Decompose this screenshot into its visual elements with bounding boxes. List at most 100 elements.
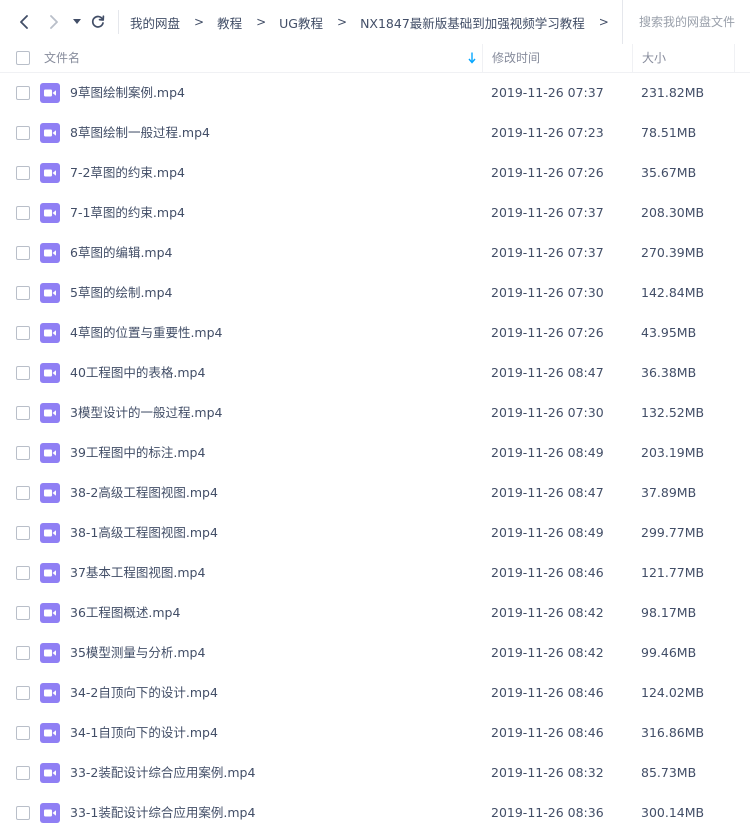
file-size: 85.73MB [641, 765, 697, 780]
file-row[interactable]: 34-2自顶向下的设计.mp4 2019-11-26 08:46 124.02MB [0, 673, 750, 713]
file-modified-time: 2019-11-26 07:37 [491, 245, 604, 260]
video-file-icon [40, 643, 60, 663]
breadcrumb-separator: > [194, 15, 205, 29]
file-name[interactable]: 34-1自顶向下的设计.mp4 [70, 713, 218, 753]
file-name[interactable]: 33-2装配设计综合应用案例.mp4 [70, 753, 255, 793]
row-checkbox[interactable] [16, 206, 30, 220]
file-name[interactable]: 34-2自顶向下的设计.mp4 [70, 673, 218, 713]
row-checkbox[interactable] [16, 806, 30, 820]
file-name[interactable]: 40工程图中的表格.mp4 [70, 353, 205, 393]
video-file-icon [40, 803, 60, 823]
file-row[interactable]: 8草图绘制一般过程.mp4 2019-11-26 07:23 78.51MB [0, 113, 750, 153]
file-row[interactable]: 34-1自顶向下的设计.mp4 2019-11-26 08:46 316.86MB [0, 713, 750, 753]
row-checkbox[interactable] [16, 406, 30, 420]
video-file-icon [40, 723, 60, 743]
file-modified-time: 2019-11-26 08:47 [491, 485, 604, 500]
file-row[interactable]: 40工程图中的表格.mp4 2019-11-26 08:47 36.38MB [0, 353, 750, 393]
video-file-icon [40, 523, 60, 543]
row-checkbox[interactable] [16, 486, 30, 500]
file-row[interactable]: 38-2高级工程图视图.mp4 2019-11-26 08:47 37.89MB [0, 473, 750, 513]
row-checkbox[interactable] [16, 326, 30, 340]
file-row[interactable]: 33-1装配设计综合应用案例.mp4 2019-11-26 08:36 300.14… [0, 793, 750, 833]
row-checkbox[interactable] [16, 126, 30, 140]
file-name[interactable]: 38-1高级工程图视图.mp4 [70, 513, 218, 553]
file-name[interactable]: 6草图的编辑.mp4 [70, 233, 173, 273]
caret-down-icon [73, 19, 81, 24]
file-row[interactable]: 5草图的绘制.mp4 2019-11-26 07:30 142.84MB [0, 273, 750, 313]
file-name[interactable]: 7-2草图的约束.mp4 [70, 153, 185, 193]
file-row[interactable]: 7-2草图的约束.mp4 2019-11-26 07:26 35.67MB [0, 153, 750, 193]
file-modified-time: 2019-11-26 08:46 [491, 685, 604, 700]
breadcrumb-item-current-folder[interactable]: NX1847最新版基础到加强视频学习教程 [360, 13, 585, 32]
file-row[interactable]: 33-2装配设计综合应用案例.mp4 2019-11-26 08:32 85.73M… [0, 753, 750, 793]
history-dropdown-button[interactable] [70, 12, 84, 32]
file-size: 37.89MB [641, 485, 697, 500]
file-name[interactable]: 3模型设计的一般过程.mp4 [70, 393, 223, 433]
row-checkbox[interactable] [16, 526, 30, 540]
row-checkbox[interactable] [16, 686, 30, 700]
file-name[interactable]: 37基本工程图视图.mp4 [70, 553, 205, 593]
file-name[interactable]: 4草图的位置与重要性.mp4 [70, 313, 223, 353]
row-checkbox[interactable] [16, 646, 30, 660]
file-name[interactable]: 36工程图概述.mp4 [70, 593, 180, 633]
file-name[interactable]: 38-2高级工程图视图.mp4 [70, 473, 218, 513]
select-all-checkbox[interactable] [16, 51, 30, 65]
column-header-name[interactable]: 文件名 [44, 44, 482, 73]
file-size: 316.86MB [641, 725, 705, 740]
file-row[interactable]: 39工程图中的标注.mp4 2019-11-26 08:49 203.19MB [0, 433, 750, 473]
file-row[interactable]: 38-1高级工程图视图.mp4 2019-11-26 08:49 299.77MB [0, 513, 750, 553]
row-checkbox[interactable] [16, 446, 30, 460]
sort-descending-icon[interactable] [468, 52, 476, 64]
toolbar-divider [118, 10, 119, 34]
column-header-modified[interactable]: 修改时间 [482, 44, 632, 73]
video-file-icon [40, 683, 60, 703]
file-row[interactable]: 3模型设计的一般过程.mp4 2019-11-26 07:30 132.52MB [0, 393, 750, 433]
row-checkbox[interactable] [16, 166, 30, 180]
column-divider [734, 44, 735, 73]
file-row[interactable]: 36工程图概述.mp4 2019-11-26 08:42 98.17MB [0, 593, 750, 633]
file-size: 231.82MB [641, 85, 705, 100]
refresh-button[interactable] [88, 12, 108, 32]
video-file-icon [40, 243, 60, 263]
file-size: 36.38MB [641, 365, 697, 380]
search-box [622, 0, 750, 44]
breadcrumb-item-my-drive[interactable]: 我的网盘 [130, 13, 180, 32]
file-modified-time: 2019-11-26 08:46 [491, 565, 604, 580]
row-checkbox[interactable] [16, 286, 30, 300]
row-checkbox[interactable] [16, 246, 30, 260]
breadcrumb-separator: > [256, 15, 267, 29]
row-checkbox[interactable] [16, 86, 30, 100]
file-name[interactable]: 9草图绘制案例.mp4 [70, 73, 185, 113]
forward-button[interactable] [44, 12, 64, 32]
file-size: 300.14MB [641, 805, 705, 820]
file-modified-time: 2019-11-26 08:42 [491, 645, 604, 660]
row-checkbox[interactable] [16, 726, 30, 740]
file-row[interactable]: 35模型测量与分析.mp4 2019-11-26 08:42 99.46MB [0, 633, 750, 673]
file-row[interactable]: 6草图的编辑.mp4 2019-11-26 07:37 270.39MB [0, 233, 750, 273]
file-name[interactable]: 7-1草图的约束.mp4 [70, 193, 185, 233]
search-input[interactable] [639, 15, 749, 29]
file-row[interactable]: 7-1草图的约束.mp4 2019-11-26 07:37 208.30MB [0, 193, 750, 233]
breadcrumb-separator: > [337, 15, 348, 29]
file-modified-time: 2019-11-26 08:47 [491, 365, 604, 380]
row-checkbox[interactable] [16, 366, 30, 380]
file-size: 203.19MB [641, 445, 705, 460]
file-name[interactable]: 5草图的绘制.mp4 [70, 273, 173, 313]
file-row[interactable]: 9草图绘制案例.mp4 2019-11-26 07:37 231.82MB [0, 73, 750, 113]
column-header-size[interactable]: 大小 [632, 44, 734, 73]
file-name[interactable]: 8草图绘制一般过程.mp4 [70, 113, 210, 153]
file-row[interactable]: 37基本工程图视图.mp4 2019-11-26 08:46 121.77MB [0, 553, 750, 593]
file-size: 35.67MB [641, 165, 697, 180]
file-name[interactable]: 33-1装配设计综合应用案例.mp4 [70, 793, 255, 833]
row-checkbox[interactable] [16, 606, 30, 620]
row-checkbox[interactable] [16, 566, 30, 580]
refresh-icon [91, 15, 105, 28]
file-row[interactable]: 4草图的位置与重要性.mp4 2019-11-26 07:26 43.95MB [0, 313, 750, 353]
breadcrumb-item-tutorials[interactable]: 教程 [217, 13, 242, 32]
video-file-icon [40, 283, 60, 303]
row-checkbox[interactable] [16, 766, 30, 780]
back-button[interactable] [14, 12, 34, 32]
breadcrumb-item-ug-tutorials[interactable]: UG教程 [279, 13, 323, 32]
file-name[interactable]: 35模型测量与分析.mp4 [70, 633, 205, 673]
file-name[interactable]: 39工程图中的标注.mp4 [70, 433, 205, 473]
